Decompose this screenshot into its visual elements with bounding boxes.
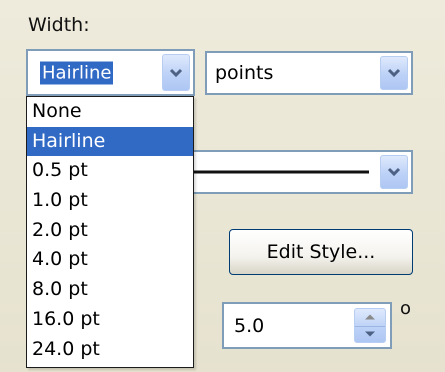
edit-style-button[interactable]: Edit Style... [229, 229, 413, 275]
spin-down-button[interactable] [355, 326, 385, 343]
width-label: Width: [28, 14, 90, 36]
chevron-down-icon [387, 68, 401, 78]
width-dropdown-list[interactable]: None Hairline 0.5 pt 1.0 pt 2.0 pt 4.0 pt 8.0 … [26, 96, 194, 368]
spin-up-button[interactable] [355, 309, 385, 327]
triangle-down-icon [365, 331, 375, 337]
width-option[interactable]: 1.0 pt [27, 186, 193, 216]
line-style-combo-box[interactable] [180, 150, 413, 194]
units-combo-value[interactable]: points [215, 62, 273, 84]
units-combo-box[interactable]: points [205, 51, 413, 95]
width-option[interactable]: 4.0 pt [27, 245, 193, 275]
triangle-up-icon [365, 314, 375, 320]
width-option[interactable]: 16.0 pt [27, 305, 193, 335]
units-combo-dropdown-button[interactable] [380, 56, 408, 90]
chevron-down-icon [387, 167, 401, 177]
width-combo-box[interactable]: Hairline [26, 49, 195, 96]
degree-symbol: o [400, 298, 412, 319]
width-combo-dropdown-button[interactable] [162, 54, 190, 91]
line-properties-panel: Width: Hairline points Edit Style... 5.0 [0, 0, 445, 372]
line-style-dropdown-button[interactable] [380, 155, 408, 189]
width-option[interactable]: 0.5 pt [27, 156, 193, 186]
spinner-buttons[interactable] [354, 308, 386, 343]
width-option[interactable]: None [27, 97, 193, 127]
line-style-sample [194, 170, 369, 174]
width-option[interactable]: Hairline [27, 126, 193, 157]
width-option[interactable]: 24.0 pt [27, 335, 193, 365]
chevron-down-icon [169, 68, 183, 77]
width-combo-value[interactable]: Hairline [40, 61, 114, 84]
angle-spinner-value[interactable]: 5.0 [234, 315, 264, 337]
width-option[interactable]: 8.0 pt [27, 275, 193, 305]
angle-spinner[interactable]: 5.0 [222, 302, 392, 349]
width-option[interactable]: 2.0 pt [27, 216, 193, 246]
